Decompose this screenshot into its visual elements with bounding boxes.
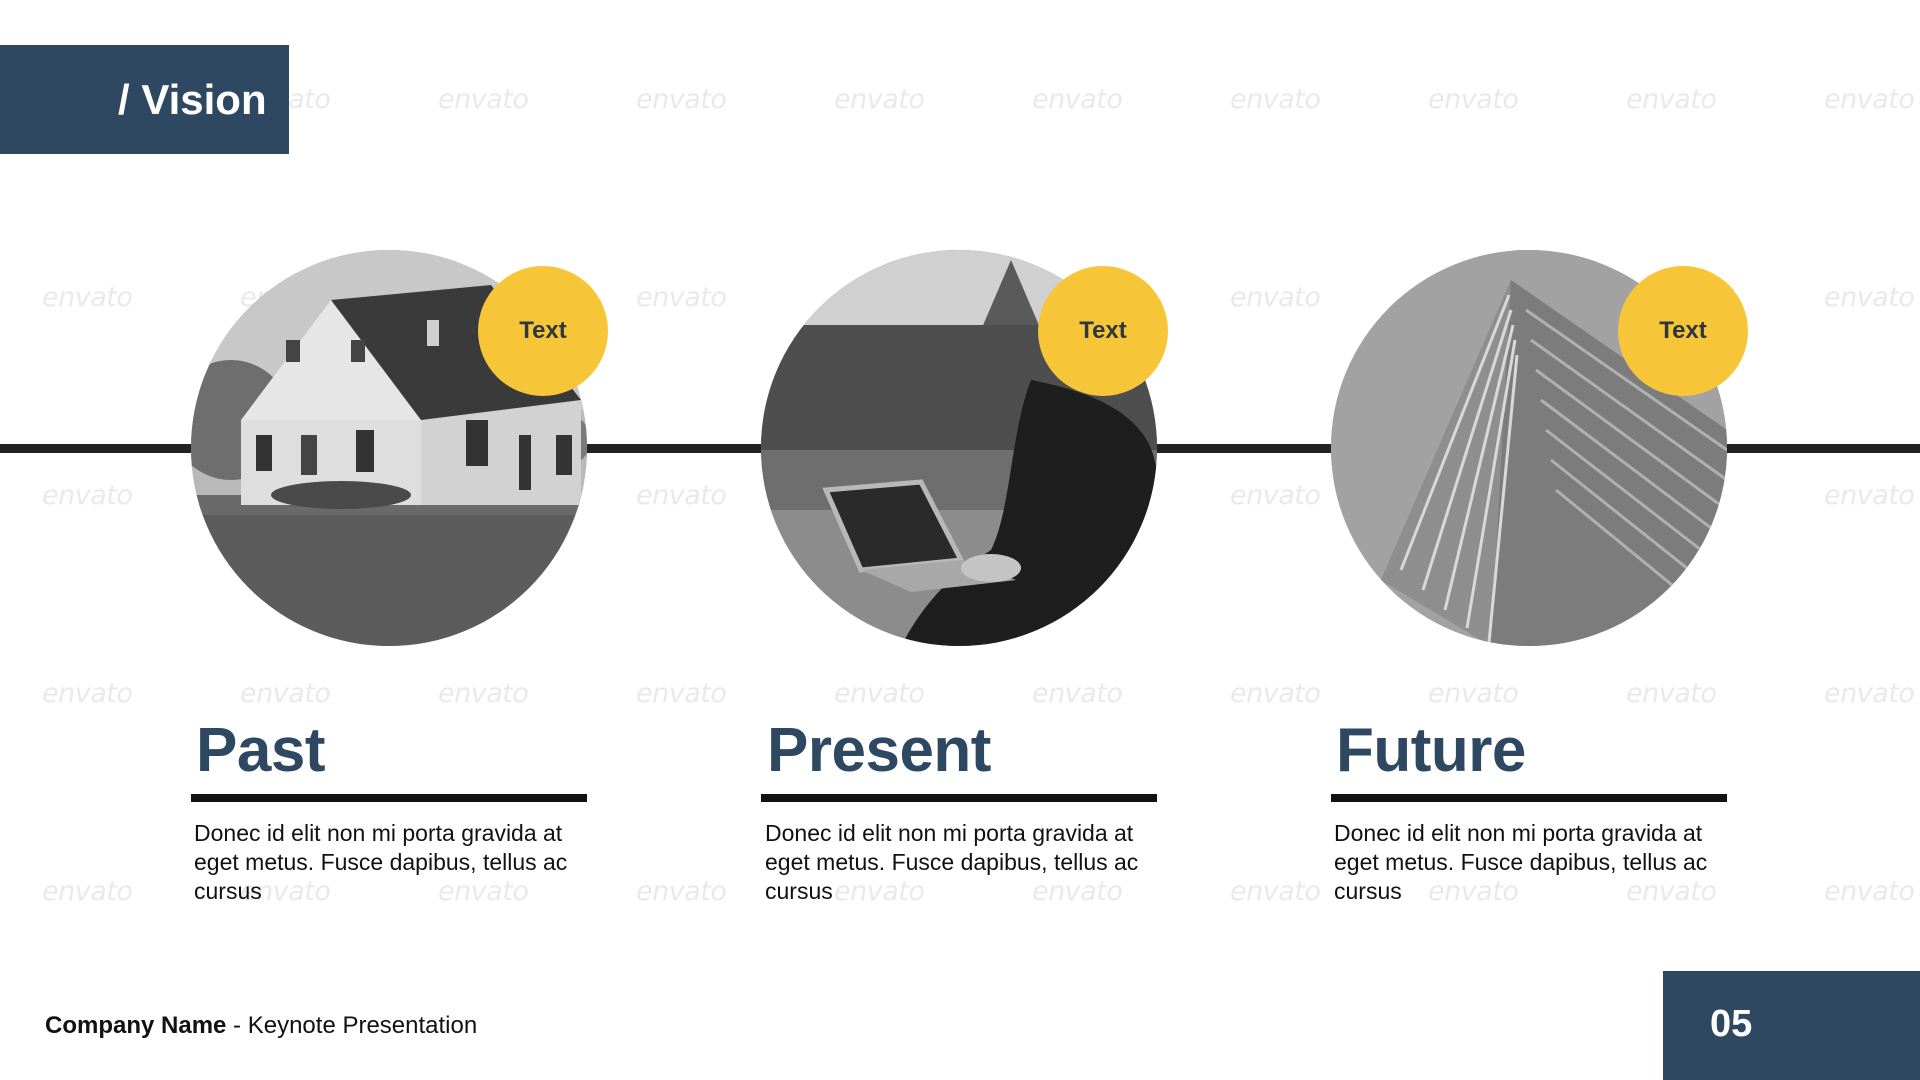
slide-title: / Vision [118, 76, 267, 123]
watermark-text: envato [1032, 84, 1123, 115]
footer-text: Company Name - Keynote Presentation [45, 1012, 477, 1040]
watermark-text: envato [1230, 876, 1321, 907]
footer-subtitle: - Keynote Presentation [226, 1012, 478, 1039]
watermark-text: envato [1428, 84, 1519, 115]
watermark-text: envato [1230, 480, 1321, 511]
company-name: Company Name [45, 1012, 227, 1039]
watermark-text: envato [636, 480, 727, 511]
page-number: 05 [1710, 1003, 1753, 1045]
watermark-text: envato [42, 282, 133, 313]
watermark-text: envato [42, 876, 133, 907]
watermark-text: envato [438, 678, 529, 709]
future-badge: Text [1618, 266, 1748, 396]
watermark-text: envato [636, 678, 727, 709]
past-badge: Text [478, 266, 608, 396]
watermark-text: envato [1428, 678, 1519, 709]
present-badge: Text [1038, 266, 1168, 396]
slide: envato envato envato envato envato envato enva… [0, 0, 1920, 1080]
page-number-box [1663, 971, 1920, 1080]
future-description: Donec id elit non mi porta gravida at eg… [1334, 820, 1708, 904]
watermark-text: envato [1626, 84, 1717, 115]
watermark-text: envato [1230, 84, 1321, 115]
watermark-text: envato [636, 876, 727, 907]
watermark-text: envato [1032, 678, 1123, 709]
watermark-text: envato [42, 678, 133, 709]
watermark-text: envato [1824, 876, 1915, 907]
watermark-text: envato [1824, 84, 1915, 115]
watermark-text: envato [438, 84, 529, 115]
past-heading: Past [196, 716, 325, 785]
future-underline [1331, 794, 1727, 802]
watermark-text: envato [636, 84, 727, 115]
watermark-text: envato [1824, 480, 1915, 511]
watermark-text: envato [42, 480, 133, 511]
watermark-text: envato [1824, 282, 1915, 313]
past-description: Donec id elit non mi porta gravida at eg… [194, 820, 568, 904]
present-description: Donec id elit non mi porta gravida at eg… [765, 820, 1139, 904]
watermark-text: envato [636, 282, 727, 313]
watermark-text: envato [240, 678, 331, 709]
watermark-text: envato [1230, 282, 1321, 313]
watermark-text: envato [1626, 678, 1717, 709]
watermark-text: envato [834, 678, 925, 709]
watermark-text: envato [1824, 678, 1915, 709]
past-underline [191, 794, 587, 802]
future-heading: Future [1336, 716, 1526, 785]
present-underline [761, 794, 1157, 802]
watermark-text: envato [834, 84, 925, 115]
present-heading: Present [767, 716, 991, 785]
watermark-text: envato [1230, 678, 1321, 709]
